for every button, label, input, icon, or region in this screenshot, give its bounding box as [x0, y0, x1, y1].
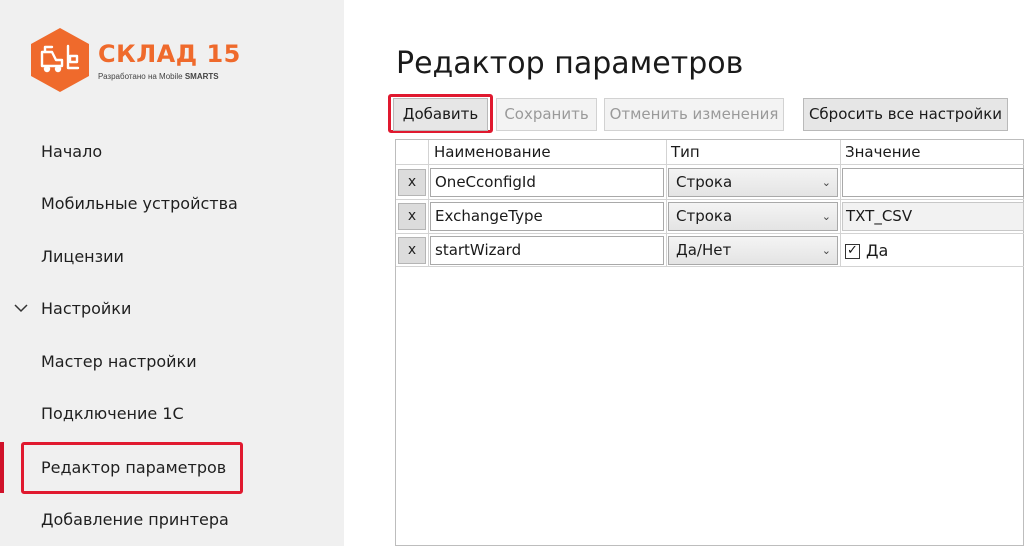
sidebar-item-mobile-devices[interactable]: Мобильные устройства [41, 194, 238, 213]
parameter-value-checkbox[interactable]: ✓ [845, 244, 860, 259]
parameters-grid [395, 139, 1024, 546]
sidebar-item-licenses[interactable]: Лицензии [41, 247, 124, 266]
sidebar-item-1c-connection[interactable]: Подключение 1С [41, 404, 184, 423]
sidebar-item-setup-wizard[interactable]: Мастер настройки [41, 352, 197, 371]
grid-divider [666, 140, 667, 266]
parameter-name-field[interactable]: OneCconfigId [430, 168, 664, 197]
grid-divider [396, 199, 1024, 200]
grid-divider [428, 140, 429, 266]
delete-row-button[interactable]: x [398, 169, 426, 196]
parameter-type-select[interactable]: Строка ⌄ [668, 168, 838, 197]
parameter-name-field[interactable]: ExchangeType [430, 202, 664, 231]
sidebar-item-settings[interactable]: Настройки [41, 299, 131, 318]
dropdown-arrow-icon: ⌄ [821, 210, 831, 223]
delete-row-button[interactable]: x [398, 203, 426, 230]
sidebar-item-parameter-editor[interactable]: Редактор параметров [41, 458, 226, 477]
sidebar-item-start[interactable]: Начало [41, 142, 102, 161]
brand-title: СКЛАД 15 [98, 40, 241, 68]
active-indicator [0, 442, 4, 493]
add-button[interactable]: Добавить [393, 98, 488, 131]
page-title: Редактор параметров [396, 46, 744, 81]
parameter-type-select[interactable]: Строка ⌄ [668, 202, 838, 231]
sidebar-item-add-printer[interactable]: Добавление принтера [41, 510, 229, 529]
grid-divider [396, 164, 1024, 165]
reset-settings-button[interactable]: Сбросить все настройки [803, 98, 1008, 131]
forklift-logo-icon [31, 28, 89, 92]
column-header-type[interactable]: Тип [671, 143, 700, 161]
parameter-name-field[interactable]: startWizard [430, 236, 664, 265]
grid-divider [396, 266, 1024, 267]
grid-divider [840, 140, 841, 266]
column-header-name[interactable]: Наименование [434, 143, 551, 161]
chevron-down-icon[interactable] [13, 302, 29, 314]
brand-subtitle: Разработано на Mobile SMARTS [98, 72, 219, 81]
column-header-value[interactable]: Значение [845, 143, 921, 161]
sidebar: СКЛАД 15 Разработано на Mobile SMARTS На… [0, 0, 344, 546]
dropdown-arrow-icon: ⌄ [821, 176, 831, 189]
grid-divider [396, 233, 1024, 234]
cancel-changes-button[interactable]: Отменить изменения [604, 98, 784, 131]
parameter-value-field[interactable]: TXT_CSV [842, 202, 1024, 231]
checkbox-label: Да [866, 241, 889, 260]
dropdown-arrow-icon: ⌄ [821, 244, 831, 257]
parameter-type-select[interactable]: Да/Нет ⌄ [668, 236, 838, 265]
brand-logo: СКЛАД 15 Разработано на Mobile SMARTS [28, 26, 240, 94]
parameter-value-field[interactable] [842, 168, 1024, 197]
save-button[interactable]: Сохранить [496, 98, 597, 131]
delete-row-button[interactable]: x [398, 237, 426, 264]
